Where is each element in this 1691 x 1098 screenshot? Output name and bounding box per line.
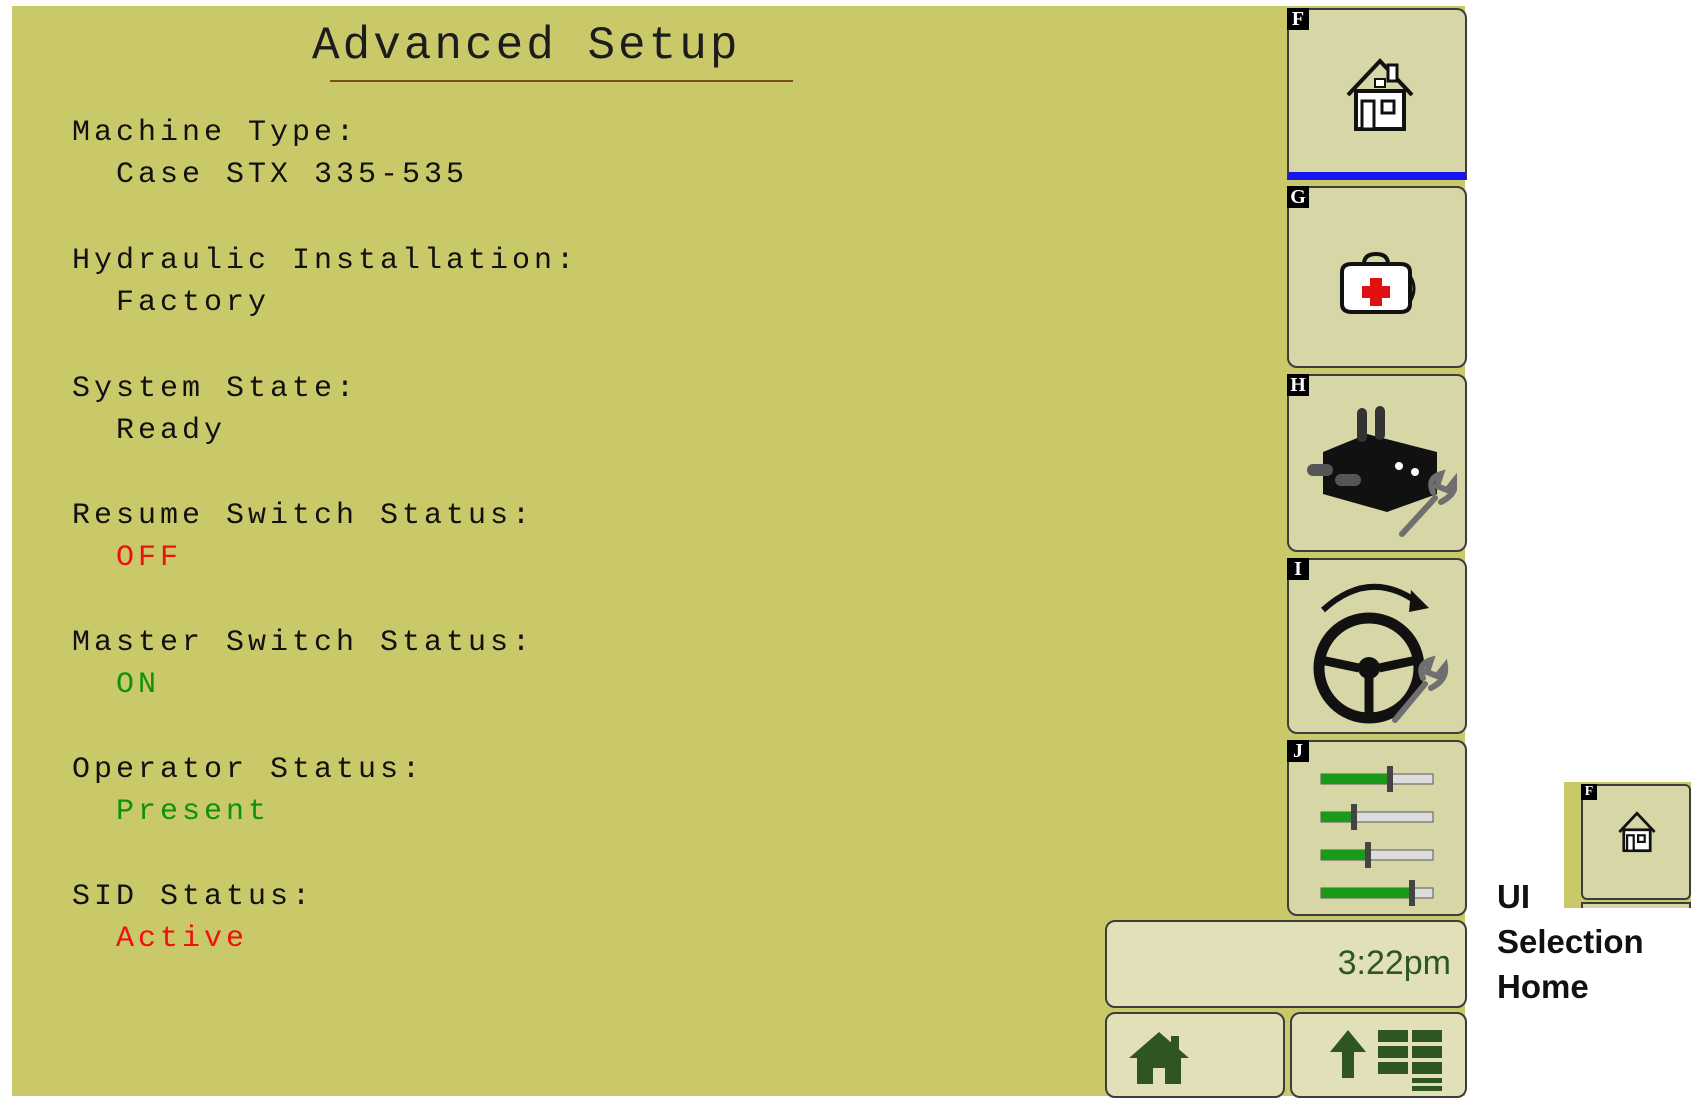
operator-status-label: Operator Status: <box>72 753 425 787</box>
system-state-label: System State: <box>72 372 359 406</box>
steering-wheel-wrench-icon <box>1313 583 1449 724</box>
softkey-j-adjustments[interactable]: J <box>1287 740 1467 916</box>
softkey-letter-g: G <box>1287 186 1309 208</box>
sid-status-value: Active <box>116 922 249 956</box>
home-icon <box>1129 1032 1189 1084</box>
softkey-letter-h: H <box>1287 374 1309 396</box>
legend-softkey-thumbnail: F <box>1564 782 1691 908</box>
master-switch-value: ON <box>116 668 161 702</box>
operator-status-value: Present <box>116 795 271 829</box>
menu-up-icon <box>1330 1030 1442 1091</box>
softkey-i-steering-setup[interactable]: I <box>1287 558 1467 734</box>
master-switch-label: Master Switch Status: <box>72 626 535 660</box>
softkey-g-diagnostics[interactable]: G <box>1287 186 1467 368</box>
softkey-letter-j: J <box>1287 740 1309 762</box>
hydraulic-installation-label: Hydraulic Installation: <box>72 244 579 278</box>
legend-line-2: Selection <box>1497 923 1644 960</box>
machine-type-value: Case STX 335-535 <box>116 158 469 192</box>
menu-up-button[interactable] <box>1290 1012 1467 1098</box>
thumbnail-softkey: F <box>1581 784 1691 900</box>
system-state-value: Ready <box>116 414 227 448</box>
resume-switch-label: Resume Switch Status: <box>72 499 535 533</box>
resume-switch-value: OFF <box>116 541 183 575</box>
page-title: Advanced Setup <box>312 20 741 72</box>
hydraulic-installation-value: Factory <box>116 286 271 320</box>
machine-type-label: Machine Type: <box>72 116 359 150</box>
home-icon <box>1618 811 1656 853</box>
home-button[interactable] <box>1105 1012 1285 1098</box>
first-aid-kit-icon <box>1340 251 1416 314</box>
softkey-f-home[interactable]: F <box>1287 8 1467 180</box>
softkey-letter-f: F <box>1287 8 1309 30</box>
thumbnail-key-letter: F <box>1581 784 1597 800</box>
title-underline <box>330 80 793 82</box>
sliders-icon <box>1320 766 1434 906</box>
home-icon <box>1346 58 1414 131</box>
legend-line-3: Home <box>1497 968 1589 1005</box>
clock-time: 3:22pm <box>1337 944 1451 982</box>
sid-status-label: SID Status: <box>72 880 315 914</box>
clock-panel: 3:22pm <box>1105 920 1467 1008</box>
thumbnail-next-softkey <box>1581 902 1691 908</box>
softkey-h-hydraulic-setup[interactable]: H <box>1287 374 1467 552</box>
hydraulic-valve-wrench-icon <box>1307 406 1457 537</box>
